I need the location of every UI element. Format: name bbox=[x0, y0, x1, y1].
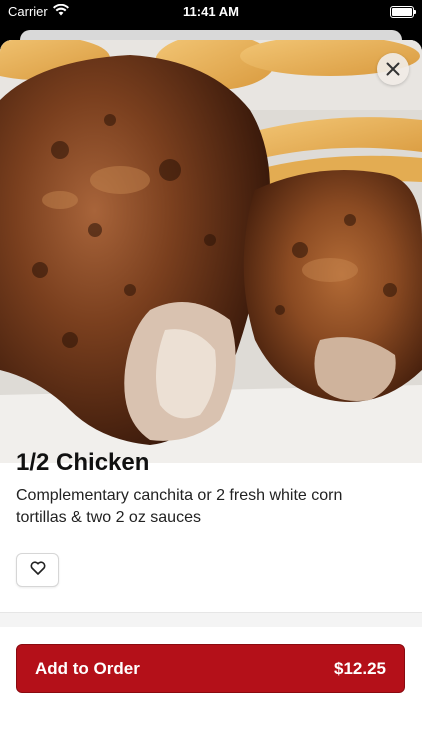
favorite-button[interactable] bbox=[16, 553, 59, 587]
heart-icon bbox=[30, 560, 46, 580]
close-icon bbox=[386, 62, 400, 76]
order-price: $12.25 bbox=[334, 658, 386, 678]
status-bar: Carrier 11:41 AM bbox=[0, 0, 422, 24]
battery-icon bbox=[390, 6, 416, 18]
item-title: 1/2 Chicken bbox=[16, 449, 150, 476]
section-divider bbox=[0, 612, 422, 627]
add-to-order-button[interactable]: Add to Order $12.25 bbox=[16, 644, 405, 693]
close-button[interactable] bbox=[377, 53, 409, 85]
status-time: 11:41 AM bbox=[183, 4, 239, 19]
item-description: Complementary canchita or 2 fresh white … bbox=[16, 487, 343, 526]
item-photo bbox=[0, 40, 422, 463]
add-to-order-label: Add to Order bbox=[35, 658, 140, 678]
